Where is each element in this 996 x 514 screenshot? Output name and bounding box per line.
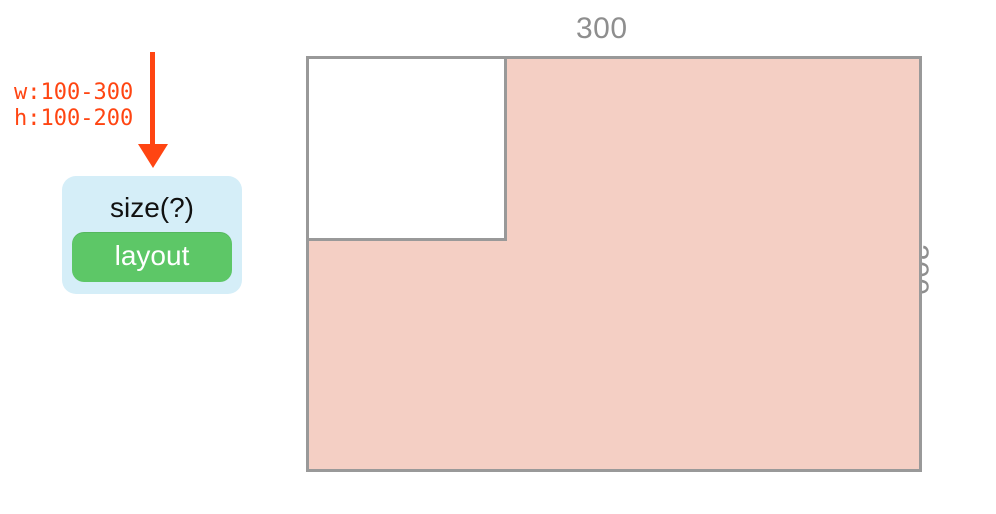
cutout-rect	[309, 59, 507, 241]
arrow-head	[138, 144, 168, 168]
constraints-text: w:100-300 h:100-200	[14, 80, 133, 133]
constraint-width-line: w:100-300	[14, 80, 133, 106]
layout-chip: layout	[72, 232, 232, 282]
container-rect	[306, 56, 922, 472]
size-card: size(?) layout	[62, 176, 242, 294]
arrow-line	[150, 52, 155, 150]
diagram-stage: w:100-300 h:100-200 size(?) layout 300 2…	[0, 0, 996, 514]
constraint-height-line: h:100-200	[14, 106, 133, 132]
dimension-top-label: 300	[576, 12, 628, 46]
arrow-down-icon	[138, 52, 166, 170]
size-label: size(?)	[72, 186, 232, 232]
